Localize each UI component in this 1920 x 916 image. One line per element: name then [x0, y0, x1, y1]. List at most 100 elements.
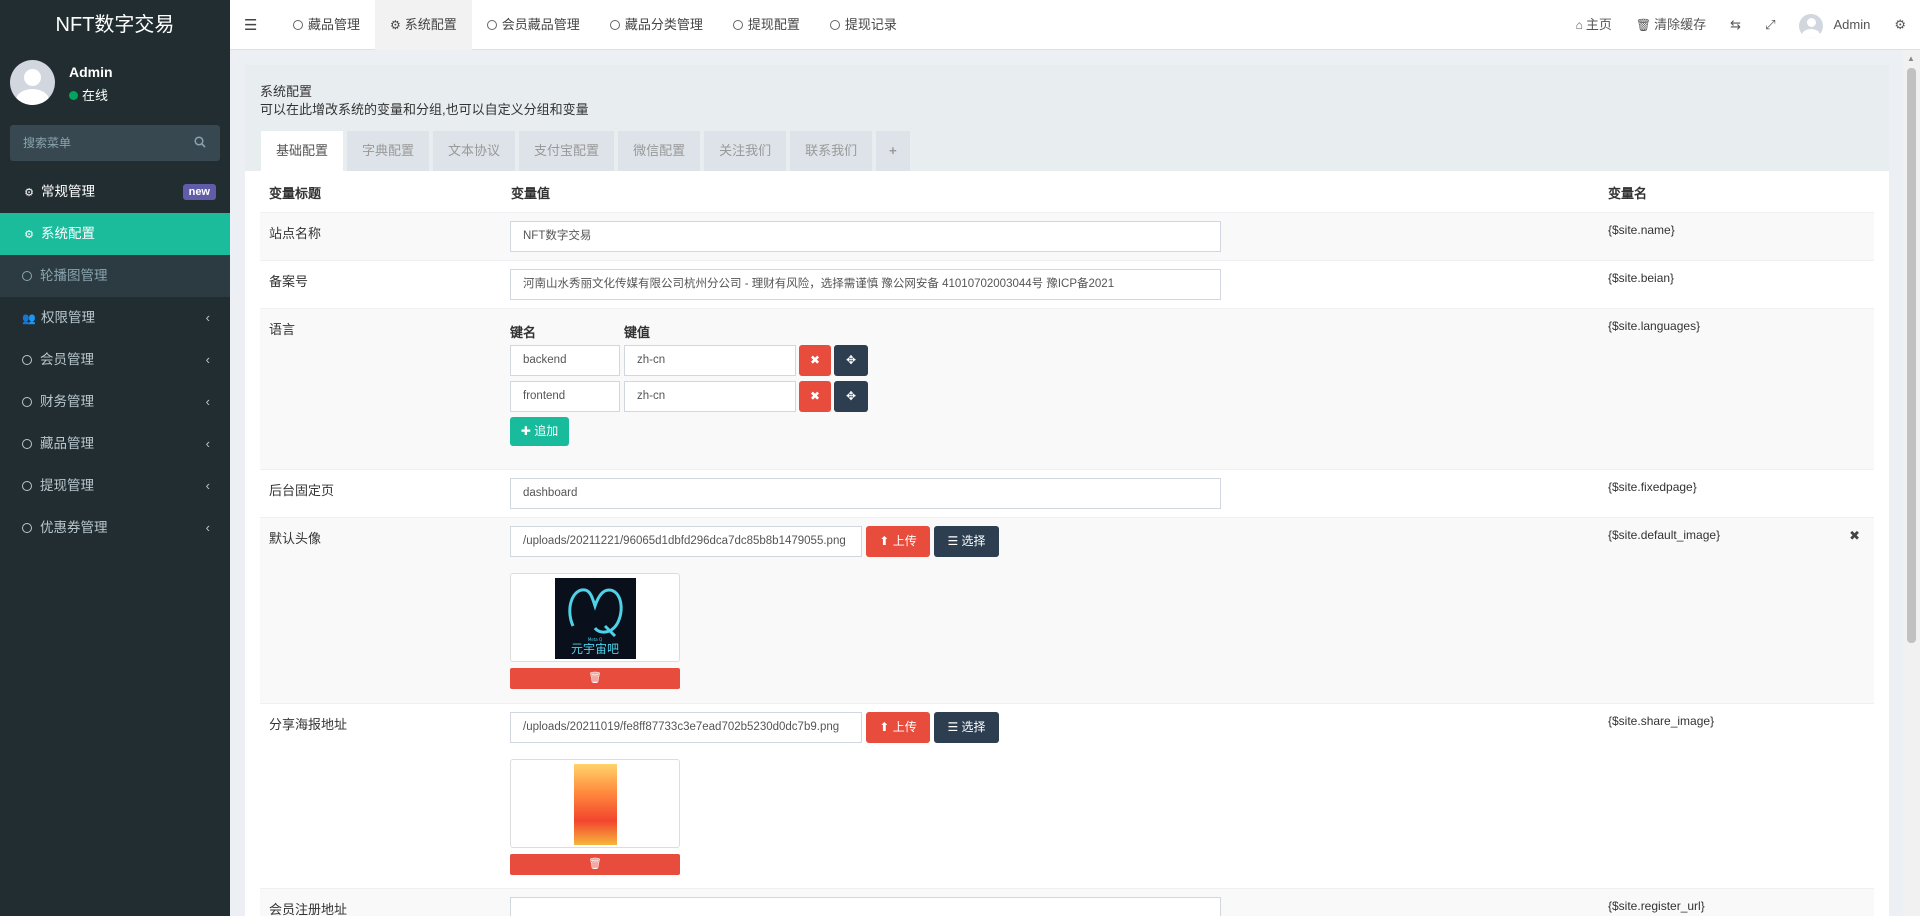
gear-icon: ⚙ [24, 229, 34, 241]
table-row: 后台固定页 dashboard {$site.fixedpage} [260, 469, 1874, 517]
header-title: 变量标题 [269, 186, 322, 201]
tab-contact-us[interactable]: 联系我们 [790, 131, 873, 171]
share-image-input[interactable]: /uploads/20211019/fe8ff87733c3e7ead702b5… [510, 712, 862, 743]
move-icon: ✥ [845, 389, 857, 403]
scrollbar-thumb[interactable] [1907, 68, 1916, 643]
value-header: 键值 [624, 325, 651, 340]
circle-icon [22, 523, 32, 533]
tab-dict-config[interactable]: 字典配置 [347, 131, 430, 171]
row-var: {$site.share_image} [1608, 714, 1715, 728]
choose-button[interactable]: ☰ 选择 [934, 712, 999, 743]
row-title: 后台固定页 [269, 483, 335, 498]
site-name-input[interactable]: NFT数字交易 [510, 221, 1221, 252]
lang-value-input[interactable]: zh-cn [624, 381, 796, 412]
delete-image-button[interactable]: 🗑 [510, 668, 680, 689]
search-icon[interactable] [194, 136, 206, 148]
append-button[interactable]: ✚ 追加 [510, 417, 569, 446]
tab-member-collection[interactable]: 会员藏品管理 [472, 0, 595, 50]
sidebar-item-coupon[interactable]: 优惠券管理 ‹ [0, 507, 230, 549]
settings-icon[interactable]: ⚙ [1882, 0, 1920, 50]
logo-mark-icon: 元宇宙吧 Meta Q [568, 588, 623, 656]
table-row: 站点名称 NFT数字交易 {$site.name} [260, 212, 1874, 260]
fullscreen-icon[interactable]: ⤢ [1753, 0, 1787, 50]
lang-key-input[interactable]: frontend [510, 381, 620, 412]
move-icon: ✥ [845, 353, 857, 367]
circle-icon [22, 439, 32, 449]
right-nav: ⌂ 主页 🗑 清除缓存 ⇆ ⤢ Admin ⚙ [1564, 0, 1920, 50]
fixedpage-input[interactable]: dashboard [510, 478, 1221, 509]
image-preview[interactable]: 元宇宙吧 Meta Q [510, 573, 680, 662]
circle-icon [486, 20, 497, 30]
sidebar-item-member[interactable]: 会员管理 ‹ [0, 339, 230, 381]
tab-follow-us[interactable]: 关注我们 [704, 131, 787, 171]
plus-icon: ✚ [520, 424, 531, 438]
close-icon: ✖ [809, 353, 821, 367]
header-name: 变量名 [1608, 186, 1648, 201]
upload-icon: ⬆ [879, 720, 890, 734]
sidebar-item-finance[interactable]: 财务管理 ‹ [0, 381, 230, 423]
tab-alipay-config[interactable]: 支付宝配置 [519, 131, 615, 171]
tab-collection-category[interactable]: 藏品分类管理 [595, 0, 718, 50]
sidebar: NFT数字交易 Admin 在线 ⚙常规管理 new ⚙系统配置 轮播图管理 👥… [0, 0, 230, 916]
page-scrollbar[interactable]: ▲ [1903, 50, 1920, 916]
top-navbar: ☰ 藏品管理 ⚙ 系统配置 会员藏品管理 藏品分类管理 提现配置 提现记录 ⌂ 主页… [230, 0, 1920, 50]
trash-icon: 🗑 [588, 672, 602, 684]
row-title: 备案号 [269, 274, 309, 289]
sidebar-menu: ⚙ 常规管理 new ⚙ 系统配置 轮播图管理 👥 权限管理 ‹ 会员管理 ‹ 财务管… [0, 171, 230, 549]
table-header: 变量标题 变量值 变量名 [260, 171, 1874, 212]
remove-button[interactable]: ✖ [799, 381, 831, 412]
tab-system-config[interactable]: ⚙ 系统配置 [375, 0, 472, 50]
row-var: {$site.languages} [1608, 319, 1701, 333]
clear-cache-button[interactable]: 🗑 清除缓存 [1624, 0, 1718, 50]
search-input[interactable] [10, 125, 180, 161]
list-icon: ☰ [947, 534, 959, 548]
tab-text-agreement[interactable]: 文本协议 [433, 131, 516, 171]
app-logo[interactable]: NFT数字交易 [0, 0, 230, 50]
remove-button[interactable]: ✖ [799, 345, 831, 376]
register-url-input[interactable] [510, 897, 1221, 916]
language-icon[interactable]: ⇆ [1718, 0, 1753, 50]
sidebar-item-collection[interactable]: 藏品管理 ‹ [0, 423, 230, 465]
sidebar-item-withdraw[interactable]: 提现管理 ‹ [0, 465, 230, 507]
row-title: 默认头像 [269, 531, 322, 546]
sidebar-item-permission[interactable]: 👥 权限管理 ‹ [0, 297, 230, 339]
user-status: 在线 [69, 85, 108, 104]
tab-wechat-config[interactable]: 微信配置 [618, 131, 701, 171]
beian-input[interactable]: 河南山水秀丽文化传媒有限公司杭州分公司 - 理财有风险，选择需谨慎 豫公网安备 … [510, 269, 1221, 300]
menu-toggle-icon[interactable]: ☰ [244, 16, 257, 34]
svg-text:元宇宙吧: 元宇宙吧 [571, 641, 619, 656]
header-value: 变量值 [511, 186, 551, 201]
home-icon: ⌂ [1575, 18, 1583, 32]
close-icon: ✖ [809, 389, 821, 403]
tab-basic-config[interactable]: 基础配置 [261, 131, 344, 171]
add-tab-button[interactable]: + [876, 131, 910, 171]
tab-withdraw-config[interactable]: 提现配置 [718, 0, 815, 50]
choose-button[interactable]: ☰ 选择 [934, 526, 999, 557]
home-link[interactable]: ⌂ 主页 [1564, 0, 1624, 50]
nav-tabs: 藏品管理 ⚙ 系统配置 会员藏品管理 藏品分类管理 提现配置 提现记录 [278, 0, 912, 50]
tab-withdraw-record[interactable]: 提现记录 [815, 0, 912, 50]
sidebar-item-system-config[interactable]: ⚙ 系统配置 [0, 213, 230, 255]
upload-button[interactable]: ⬆ 上传 [866, 526, 930, 557]
drag-handle[interactable]: ✥ [834, 381, 868, 412]
tab-collection[interactable]: 藏品管理 [278, 0, 375, 50]
config-panel: 系统配置 可以在此增改系统的变量和分组,也可以自定义分组和变量 基础配置 字典配… [245, 65, 1889, 916]
delete-image-button[interactable]: 🗑 [510, 854, 680, 875]
row-title: 会员注册地址 [269, 902, 348, 916]
chevron-left-icon: ‹ [205, 478, 210, 493]
scroll-up-icon[interactable]: ▲ [1907, 54, 1915, 63]
chevron-left-icon: ‹ [205, 310, 210, 325]
drag-handle[interactable]: ✥ [834, 345, 868, 376]
nft-logo: 元宇宙吧 Meta Q [555, 578, 636, 659]
sidebar-item-general[interactable]: ⚙ 常规管理 new [0, 171, 230, 213]
upload-button[interactable]: ⬆ 上传 [866, 712, 930, 743]
remove-row-icon[interactable]: ✖ [1849, 528, 1860, 544]
lang-value-input[interactable]: zh-cn [624, 345, 796, 376]
lang-key-input[interactable]: backend [510, 345, 620, 376]
image-preview[interactable] [510, 759, 680, 848]
sidebar-item-carousel[interactable]: 轮播图管理 [0, 255, 230, 297]
default-image-input[interactable]: /uploads/20211221/96065d1dbfd296dca7dc85… [510, 526, 862, 557]
table-row: 分享海报地址 /uploads/20211019/fe8ff87733c3e7e… [260, 703, 1874, 888]
user-menu[interactable]: Admin [1787, 0, 1882, 50]
row-var: {$site.name} [1608, 223, 1675, 237]
